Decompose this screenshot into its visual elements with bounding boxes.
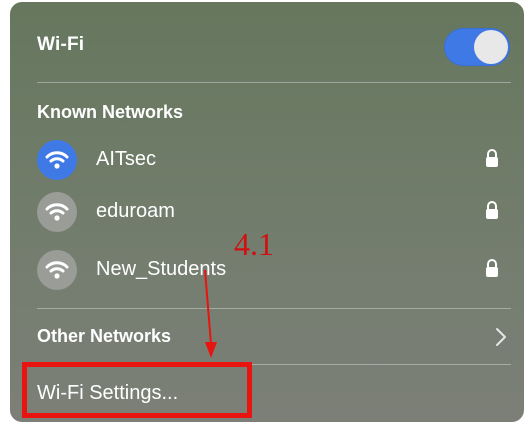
wifi-menu-panel: Wi-Fi Known Networks AITsec eduroam New_…: [10, 2, 524, 422]
lock-icon: [486, 259, 498, 277]
network-name: AITsec: [96, 148, 157, 170]
chevron-right-icon: [496, 328, 506, 346]
lock-icon: [486, 201, 498, 219]
annotation-highlight-box: [22, 362, 252, 418]
wifi-icon: [37, 250, 77, 290]
toggle-knob: [474, 30, 508, 64]
annotation-step-label: 4.1: [234, 226, 274, 262]
annotation-arrow-icon: [204, 269, 217, 358]
network-name: eduroam: [96, 200, 175, 222]
other-networks-label: Other Networks: [37, 326, 172, 346]
wifi-toggle[interactable]: [444, 28, 510, 66]
wifi-icon: [37, 140, 77, 180]
screenshot-stage: Wi-Fi Known Networks AITsec eduroam New_…: [0, 0, 526, 423]
wifi-icon: [37, 192, 77, 232]
wifi-title: Wi-Fi: [37, 34, 85, 55]
wifi-header: Wi-Fi: [10, 24, 524, 68]
divider: [37, 308, 511, 309]
known-networks-label: Known Networks: [37, 102, 184, 122]
other-networks-row[interactable]: Other Networks: [10, 314, 524, 358]
network-row-aitsec[interactable]: AITsec: [10, 136, 524, 186]
lock-icon: [486, 149, 498, 167]
divider: [37, 82, 511, 83]
